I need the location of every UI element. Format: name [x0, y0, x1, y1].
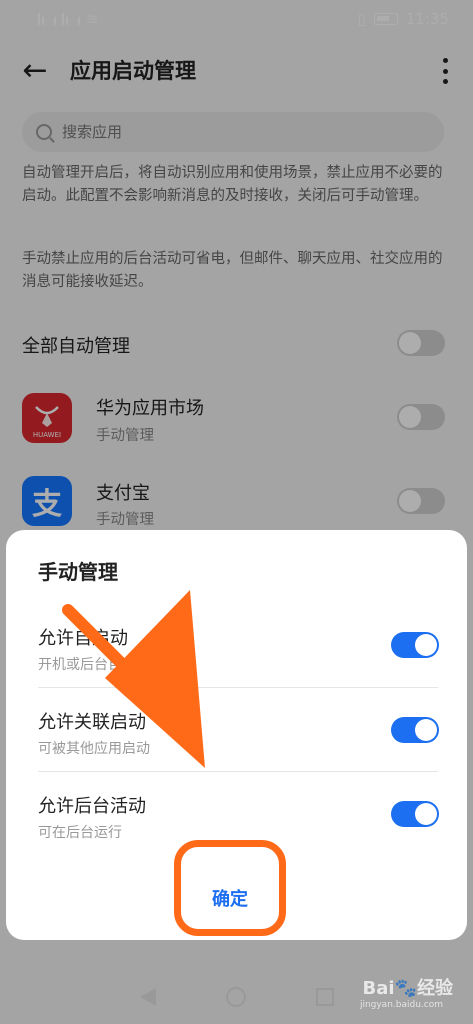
- baidu-watermark: Bai🐾经验: [362, 978, 453, 999]
- baidu-watermark-url: jingyan.baidu.com: [359, 1000, 443, 1010]
- annotation-arrow-icon: [62, 590, 205, 768]
- nav-home-icon[interactable]: [225, 987, 246, 1007]
- nav-back-icon[interactable]: [139, 988, 156, 1006]
- nav-recent-icon[interactable]: [315, 988, 334, 1006]
